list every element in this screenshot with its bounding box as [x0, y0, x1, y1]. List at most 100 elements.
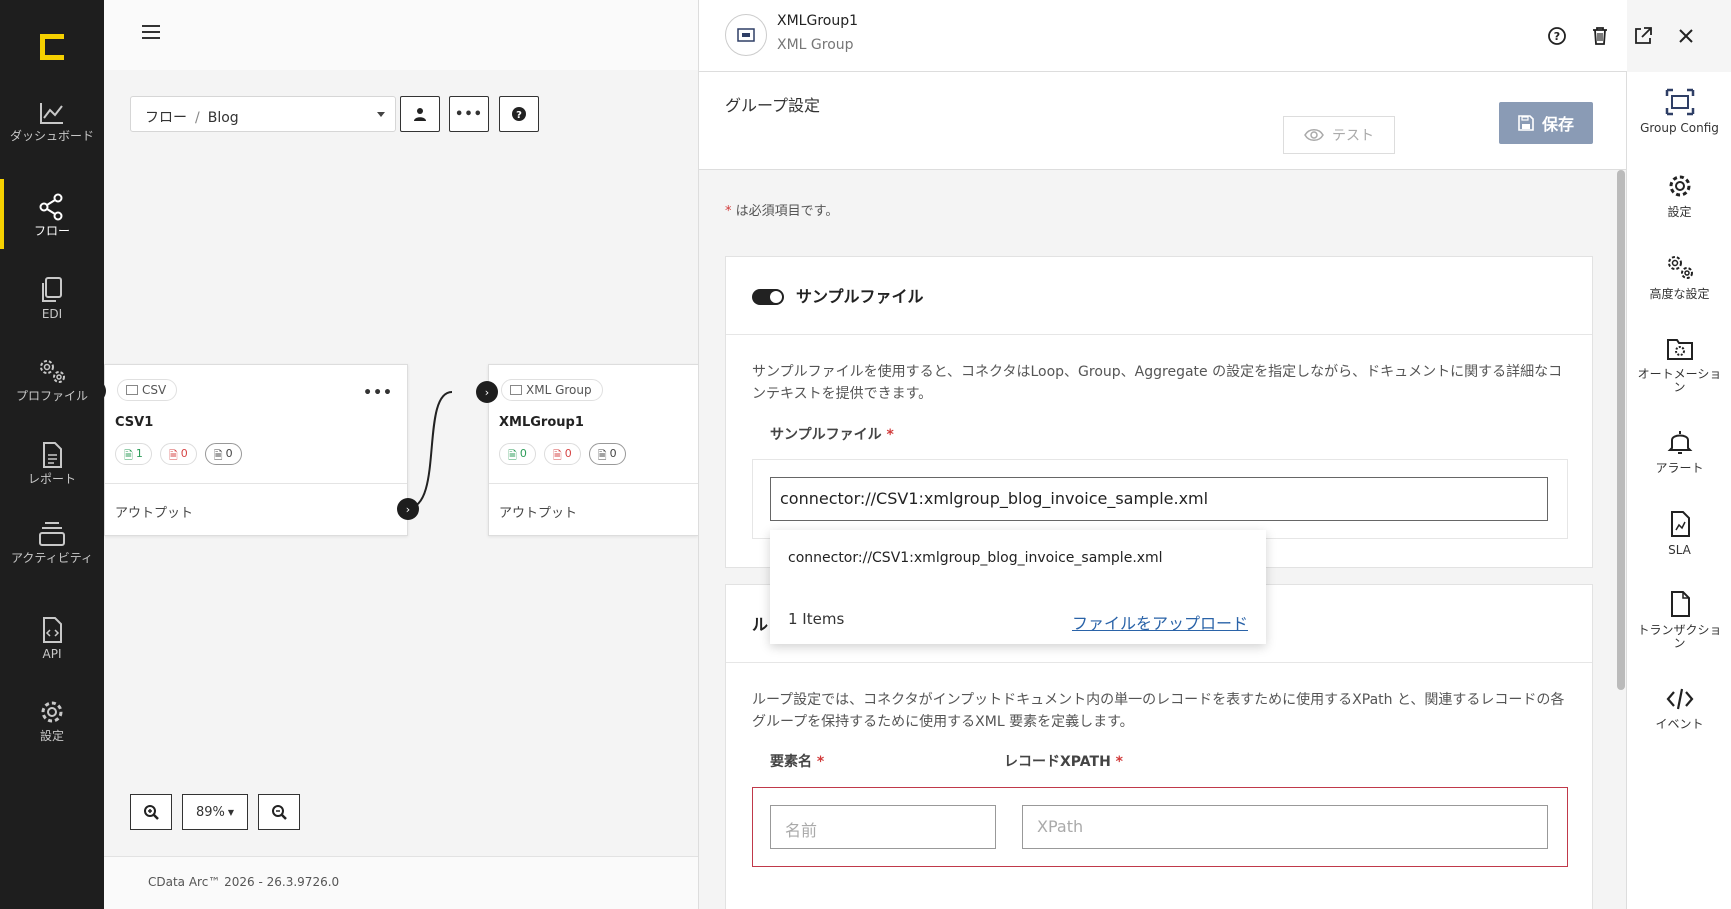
trash-icon[interactable]: [1588, 24, 1612, 48]
right-rail: Group Config 設定 高度な設定 オートメーション アラート SLA …: [1626, 72, 1731, 909]
nav-item-flow[interactable]: フロー: [0, 179, 104, 249]
csv-node[interactable]: CSV ••• CSV1 🗎 1 🗎 0 🗎 0 アウトプット: [104, 364, 408, 536]
group-config-icon: [1665, 88, 1694, 116]
card-title: サンプルファイル: [796, 287, 924, 306]
sample-file-dropdown: connector://CSV1:xmlgroup_blog_invoice_s…: [770, 530, 1266, 644]
node-output-label: アウトプット: [115, 506, 194, 521]
nav-item-profile[interactable]: プロファイル: [0, 356, 104, 403]
dropdown-option[interactable]: connector://CSV1:xmlgroup_blog_invoice_s…: [788, 550, 1163, 566]
save-button-label: 保存: [1541, 115, 1574, 134]
node-divider: [105, 483, 407, 484]
card-title: ル: [752, 615, 769, 634]
rail-item-label: 高度な設定: [1649, 287, 1710, 301]
node-type-tag: CSV: [117, 379, 178, 401]
node-badges: 🗎 0 🗎 0 🗎 0: [499, 443, 626, 465]
node-name: XMLGroup1: [499, 415, 584, 430]
rail-item-label: トランザクション: [1637, 623, 1722, 650]
help-icon[interactable]: ?: [1545, 24, 1569, 48]
record-xpath-input[interactable]: XPath: [1022, 805, 1548, 849]
node-output-label: アウトプット: [499, 506, 578, 521]
nav-item-edi[interactable]: EDI: [0, 276, 104, 321]
file-error-icon: 🗎: [552, 449, 562, 462]
folder-gear-icon: [1666, 339, 1693, 360]
zoom-in-button[interactable]: [130, 794, 172, 830]
panel-subtitle: XML Group: [777, 37, 854, 53]
sample-file-input[interactable]: connector://CSV1:xmlgroup_blog_invoice_s…: [770, 477, 1548, 521]
success-count-badge[interactable]: 🗎 0: [499, 443, 536, 465]
save-icon: [1518, 115, 1534, 131]
node-badges: 🗎 1 🗎 0 🗎 0: [115, 443, 242, 465]
element-name-input[interactable]: 名前: [770, 805, 996, 849]
nav-item-label: プロファイル: [15, 389, 88, 403]
rail-item-alerts[interactable]: アラート: [1627, 428, 1731, 475]
rail-item-label: オートメーション: [1637, 367, 1722, 394]
file-error-icon: 🗎: [168, 449, 178, 462]
rail-item-label: SLA: [1668, 543, 1691, 557]
sample-file-card: サンプルファイル サンプルファイルを使用すると、コネクタはLoop、Group、…: [725, 256, 1593, 568]
open-external-icon[interactable]: [1631, 24, 1655, 48]
output-port-icon[interactable]: ›: [397, 498, 419, 520]
element-name-label: 要素名 *: [770, 754, 825, 770]
rail-item-settings[interactable]: 設定: [1627, 172, 1731, 219]
version-text: CData Arc™ 2026 - 26.3.9726.0: [148, 875, 340, 889]
field-label: サンプルファイル *: [770, 427, 894, 443]
cdata-logo[interactable]: [34, 30, 68, 64]
test-button[interactable]: テスト: [1283, 116, 1395, 154]
flow-canvas[interactable]: フロー / Blog ••• ? CSV ••• CSV1 🗎 1 🗎 0 🗎 0 アウト…: [92, 0, 698, 909]
xml-group-node[interactable]: XML Group XMLGroup1 🗎 0 🗎 0 🗎 0 アウトプット: [488, 364, 698, 536]
gears-icon: [40, 360, 65, 383]
sla-file-icon: [1670, 511, 1690, 537]
panel-scrollbar[interactable]: [1617, 170, 1625, 690]
zoom-in-icon: [144, 805, 159, 820]
nav-item-dashboard[interactable]: ダッシュボード: [0, 100, 104, 143]
error-count-badge[interactable]: 🗎 0: [159, 443, 197, 465]
rail-item-advanced-settings[interactable]: 高度な設定: [1627, 252, 1731, 301]
api-file-icon: [43, 617, 62, 643]
rail-item-group-config[interactable]: Group Config: [1627, 88, 1731, 135]
node-name: CSV1: [115, 415, 154, 430]
zoom-out-button[interactable]: [258, 794, 300, 830]
file-icon: 🗎: [213, 449, 223, 462]
gear-icon: [41, 701, 63, 723]
input-port-icon[interactable]: ›: [476, 381, 498, 403]
card-description: ループ設定では、コネクタがインプットドキュメント内の単一のレコードを表すために使…: [752, 692, 1565, 730]
chart-line-icon: [40, 103, 63, 124]
node-menu-icon[interactable]: •••: [363, 385, 393, 401]
gear-icon: [1669, 175, 1690, 197]
pending-count-badge[interactable]: 🗎 0: [588, 443, 626, 465]
nav-item-label: API: [42, 647, 62, 661]
rail-item-automation[interactable]: オートメーション: [1627, 336, 1731, 394]
rail-item-label: 設定: [1667, 205, 1692, 219]
panel-subheader: グループ設定 テスト 保存: [699, 72, 1627, 170]
record-xpath-label: レコードXPATH *: [1004, 754, 1123, 770]
upload-file-link[interactable]: ファイルをアップロード: [1072, 610, 1248, 634]
close-icon[interactable]: [1674, 24, 1698, 48]
file-check-icon: 🗎: [508, 449, 517, 462]
svg-text:?: ?: [1554, 30, 1560, 43]
nav-item-report[interactable]: レポート: [0, 441, 104, 486]
rail-item-sla[interactable]: SLA: [1627, 510, 1731, 557]
error-count-badge[interactable]: 🗎 0: [543, 443, 581, 465]
xml-file-icon: [510, 385, 522, 395]
pending-count-badge[interactable]: 🗎 0: [204, 443, 242, 465]
file-icon: 🗎: [597, 449, 607, 462]
sample-file-toggle[interactable]: [752, 289, 784, 305]
eye-icon: [1304, 129, 1324, 141]
file-check-icon: 🗎: [124, 449, 133, 462]
rail-item-events[interactable]: イベント: [1627, 686, 1731, 731]
nav-item-settings[interactable]: 設定: [0, 698, 104, 743]
save-button[interactable]: 保存: [1499, 102, 1593, 144]
rail-item-transactions[interactable]: トランザクション: [1627, 590, 1731, 650]
success-count-badge[interactable]: 🗎 1: [115, 443, 152, 465]
node-divider: [489, 483, 698, 484]
gears-icon: [1667, 256, 1693, 279]
nav-item-label: レポート: [27, 472, 76, 486]
section-title: グループ設定: [725, 96, 821, 115]
left-nav: ダッシュボード フロー EDI プロファイル レポート アクティビティ API …: [0, 0, 104, 909]
share-nodes-icon: [39, 193, 63, 221]
required-note: * は必須項目です。: [725, 204, 839, 219]
nav-item-api[interactable]: API: [0, 616, 104, 661]
zoom-level-select[interactable]: 89% ▼: [182, 794, 248, 830]
nav-item-label: アクティビティ: [11, 551, 93, 565]
nav-item-activity[interactable]: アクティビティ: [0, 520, 104, 565]
